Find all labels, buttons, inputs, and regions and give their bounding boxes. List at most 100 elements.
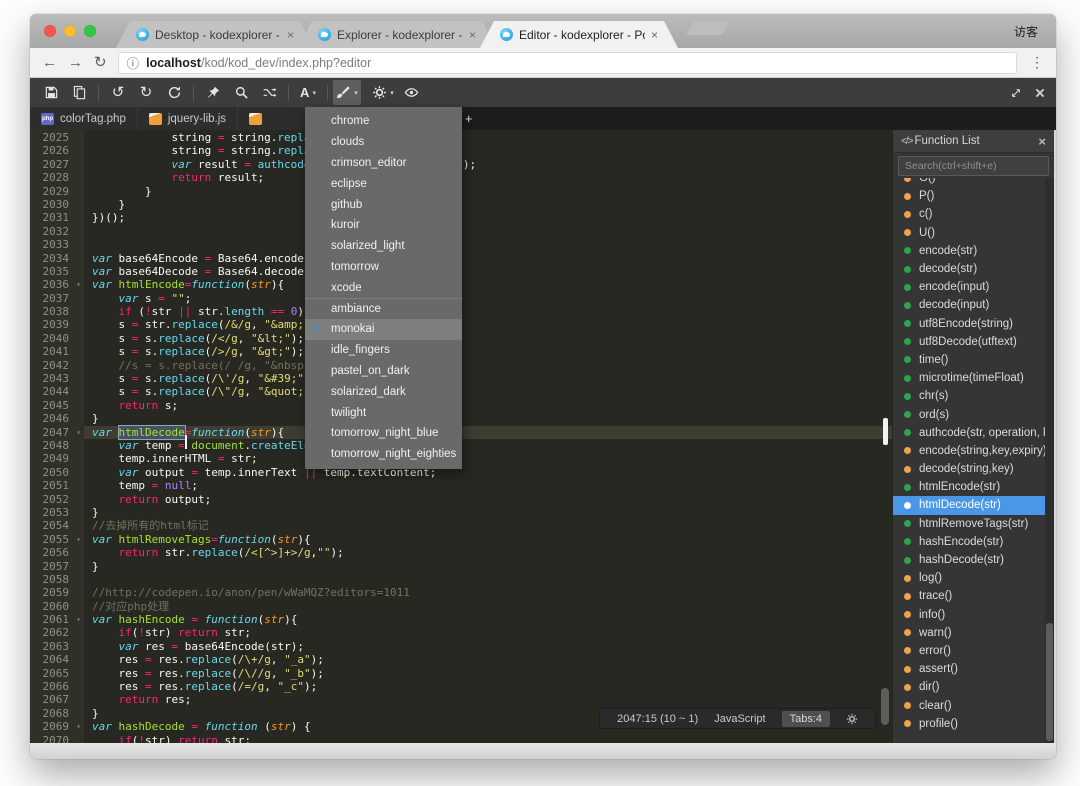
tab-close-icon[interactable]: × [287, 29, 294, 41]
address-bar[interactable]: ⓘ localhost/kod/kod_dev/index.php?editor [117, 51, 1017, 74]
function-item[interactable]: c() [893, 205, 1054, 223]
function-item[interactable]: encode(str) [893, 242, 1054, 260]
url-path: /kod/kod_dev/index.php?editor [200, 55, 372, 70]
function-item[interactable]: encode(string,key,expiry) [893, 442, 1054, 460]
language-mode[interactable]: JavaScript [714, 713, 765, 725]
function-item[interactable]: microtime(timeFloat) [893, 369, 1054, 387]
function-item[interactable]: dir() [893, 678, 1054, 696]
theme-option-eclipse[interactable]: eclipse [305, 173, 462, 194]
function-item[interactable]: time() [893, 351, 1054, 369]
browser-tab-1[interactable]: Desktop - kodexplorer - Power × [116, 21, 314, 48]
function-item[interactable]: log() [893, 569, 1054, 587]
function-item[interactable]: hashDecode(str) [893, 551, 1054, 569]
new-browser-tab-button[interactable] [685, 21, 731, 35]
theme-option-ambiance[interactable]: ambiance [305, 298, 462, 319]
function-item[interactable]: encode(input) [893, 278, 1054, 296]
exit-icon[interactable] [1034, 87, 1046, 99]
function-item[interactable]: utf8Decode(utftext) [893, 333, 1054, 351]
function-item[interactable]: htmlRemoveTags(str) [893, 515, 1054, 533]
minimize-window-button[interactable] [64, 25, 76, 37]
page-info-icon[interactable]: ⓘ [127, 53, 140, 72]
theme-option-clouds[interactable]: clouds [305, 132, 462, 153]
theme-option-monokai[interactable]: ✓ monokai [305, 318, 462, 340]
code-text: return res; [118, 693, 192, 707]
tabs-count-badge[interactable]: Tabs:4 [781, 710, 830, 727]
editor-scrollbar-thumb[interactable] [883, 418, 888, 445]
function-search-input[interactable] [898, 156, 1049, 176]
editor-scrollbar-end[interactable] [881, 688, 889, 725]
theme-option-github[interactable]: github [305, 194, 462, 215]
tab-close-icon[interactable]: × [651, 29, 658, 41]
function-item[interactable]: P() [893, 187, 1054, 205]
theme-option-tomorrow[interactable]: tomorrow [305, 257, 462, 278]
pin-button[interactable] [199, 80, 227, 105]
theme-option-idle_fingers[interactable]: idle_fingers [305, 340, 462, 361]
function-item[interactable]: trace() [893, 587, 1054, 605]
theme-option-twilight[interactable]: twilight [305, 402, 462, 423]
back-icon[interactable]: ← [42, 55, 57, 70]
function-item[interactable]: decode(string,key) [893, 460, 1054, 478]
switch-button[interactable] [255, 80, 283, 105]
function-item[interactable]: decode(input) [893, 296, 1054, 314]
undo-button[interactable]: ↺ [104, 80, 132, 105]
preview-button[interactable] [397, 80, 425, 105]
theme-option-solarized_light[interactable]: solarized_light [305, 236, 462, 257]
theme-option-tomorrow_night_eighties[interactable]: tomorrow_night_eighties [305, 444, 462, 465]
theme-option-crimson_editor[interactable]: crimson_editor [305, 153, 462, 174]
function-item[interactable]: profile() [893, 715, 1054, 733]
theme-button[interactable]: ▾ [333, 80, 361, 105]
function-item[interactable]: authcode(str, operation, k... [893, 424, 1054, 442]
function-item[interactable]: assert() [893, 660, 1054, 678]
browser-tab-2[interactable]: Explorer - kodexplorer - Power × [298, 21, 496, 48]
theme-option-chrome[interactable]: chrome [305, 111, 462, 132]
search-button[interactable] [227, 80, 255, 105]
close-panel-icon[interactable]: × [1038, 135, 1046, 148]
tab-close-icon[interactable]: × [469, 29, 476, 41]
close-window-button[interactable] [44, 25, 56, 37]
fold-arrow-icon[interactable]: ▾ [76, 614, 81, 626]
theme-option-solarized_dark[interactable]: solarized_dark [305, 381, 462, 402]
function-item[interactable]: chr(s) [893, 387, 1054, 405]
function-item[interactable]: info() [893, 606, 1054, 624]
fold-arrow-icon[interactable]: ▾ [76, 427, 81, 439]
zoom-window-button[interactable] [84, 25, 96, 37]
font-button[interactable]: A ▾ [294, 80, 322, 105]
redo-button[interactable]: ↻ [132, 80, 160, 105]
fullscreen-icon[interactable] [1010, 87, 1022, 99]
panel-scrollbar-thumb[interactable] [1046, 623, 1053, 741]
panel-scrollbar-track[interactable] [1045, 178, 1054, 743]
file-tab-colorTag.php[interactable]: php colorTag.php [30, 107, 138, 130]
function-item[interactable]: decode(str) [893, 260, 1054, 278]
reload-icon[interactable]: ↻ [94, 55, 107, 70]
font-icon: A [300, 85, 310, 100]
status-gear-icon[interactable] [846, 713, 858, 725]
code-text: temp.innerHTML = str; [118, 452, 258, 466]
function-item[interactable]: ord(s) [893, 405, 1054, 423]
function-item[interactable]: warn() [893, 624, 1054, 642]
fold-arrow-icon[interactable]: ▾ [76, 279, 81, 291]
function-item[interactable]: clear() [893, 696, 1054, 714]
guest-profile-label[interactable]: 访客 [1014, 23, 1038, 40]
function-item[interactable]: htmlDecode(str) [893, 496, 1045, 515]
browser-menu-icon[interactable]: ⋮ [1030, 54, 1044, 71]
save-button[interactable] [37, 80, 65, 105]
settings-button[interactable]: ▾ [369, 80, 397, 105]
refresh-button[interactable] [160, 80, 188, 105]
theme-option-pastel_on_dark[interactable]: pastel_on_dark [305, 361, 462, 382]
file-tab-jquery-lib.js[interactable]: jquery-lib.js [137, 107, 239, 130]
function-item[interactable]: error() [893, 642, 1054, 660]
theme-option-tomorrow_night_blue[interactable]: tomorrow_night_blue [305, 423, 462, 444]
code-text: string = string.replace(/\-/g, "+"); [171, 131, 409, 144]
fold-arrow-icon[interactable]: ▾ [76, 721, 81, 733]
theme-option-kuroir[interactable]: kuroir [305, 215, 462, 236]
function-item[interactable]: hashEncode(str) [893, 533, 1054, 551]
function-item[interactable]: htmlEncode(str) [893, 478, 1054, 496]
fold-arrow-icon[interactable]: ▾ [76, 534, 81, 546]
browser-tab-3[interactable]: Editor - kodexplorer - Powered × [480, 21, 678, 48]
copy-button[interactable] [65, 80, 93, 105]
forward-icon[interactable]: → [68, 55, 83, 70]
function-item[interactable]: utf8Encode(string) [893, 315, 1054, 333]
theme-option-xcode[interactable]: xcode [305, 277, 462, 298]
function-item[interactable]: G() [893, 178, 1054, 187]
function-item[interactable]: U() [893, 224, 1054, 242]
